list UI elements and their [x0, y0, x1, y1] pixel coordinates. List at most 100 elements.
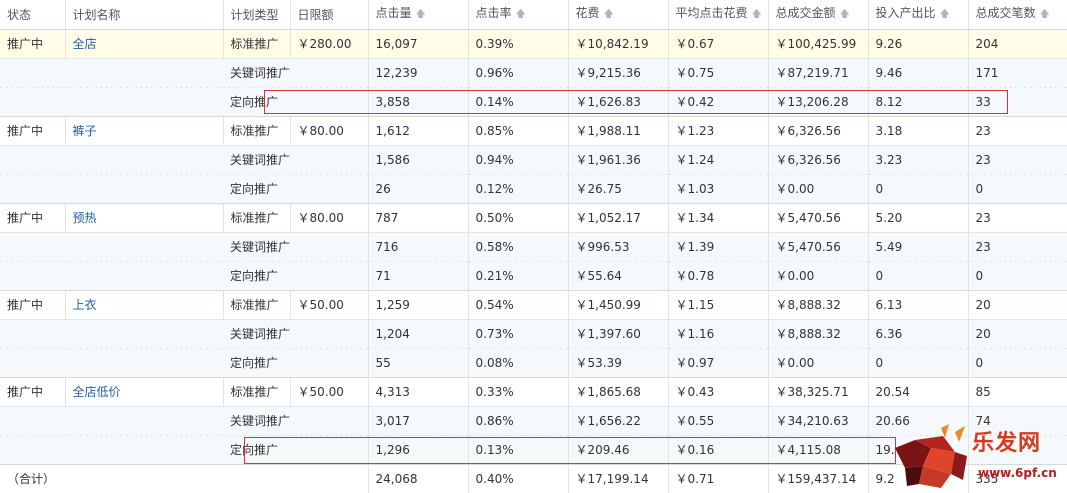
targeted-subrow: 定向推广 26 0.12% ￥26.75 ￥1.03 ￥0.00 0 0 — [0, 173, 1067, 203]
cost-cell: ￥1,626.83 — [567, 86, 668, 116]
roi-cell: 8.12 — [867, 86, 968, 116]
clicks-cell: 716 — [367, 231, 468, 261]
plan-name-link[interactable]: 上衣 — [73, 298, 97, 312]
cost-cell: ￥17,199.14 — [567, 463, 668, 493]
sub-type-cell: 关键词推广 — [223, 318, 368, 348]
plan-type-cell: 标准推广 — [222, 376, 290, 406]
blank-cell — [65, 260, 223, 290]
orders-cell: 0 — [967, 260, 1067, 290]
orders-cell: 0 — [967, 347, 1067, 377]
roi-cell: 9.26 — [867, 28, 968, 58]
header-cost[interactable]: 花费 🡅 — [567, 0, 668, 30]
cost-cell: ￥53.39 — [567, 347, 668, 377]
header-plan-type: 计划类型 — [222, 0, 290, 30]
campaign-table: 状态 计划名称 计划类型 日限额 点击量 🡅 点击率 🡅 花费 🡅 平均点击花费 🡅 总… — [0, 0, 1067, 493]
cost-cell: ￥209.46 — [567, 434, 668, 464]
clicks-cell: 1,612 — [367, 115, 468, 145]
gmv-cell: ￥0.00 — [767, 260, 868, 290]
sub-type-cell: 关键词推广 — [223, 405, 368, 435]
cost-cell: ￥1,865.68 — [567, 376, 668, 406]
gmv-cell: ￥0.00 — [767, 173, 868, 203]
gmv-cell: ￥100,425.99 — [767, 28, 868, 58]
sort-arrow-up-icon[interactable]: 🡅 — [604, 9, 614, 20]
blank-cell — [0, 57, 65, 87]
orders-cell: 23 — [967, 115, 1067, 145]
orders-cell: 85 — [967, 376, 1067, 406]
avg-cpc-cell: ￥1.24 — [667, 144, 768, 174]
sort-arrow-up-icon[interactable]: 🡅 — [840, 9, 850, 20]
header-total-orders[interactable]: 总成交笔数 🡅 — [967, 0, 1067, 30]
roi-cell: 5.49 — [867, 231, 968, 261]
avg-cpc-cell: ￥1.34 — [667, 202, 768, 232]
sub-type-cell: 定向推广 — [223, 173, 368, 203]
blank-cell — [65, 231, 223, 261]
roi-cell: 6.36 — [867, 318, 968, 348]
status-cell: 推广中 — [0, 289, 65, 319]
daily-limit-cell: ￥280.00 — [289, 28, 368, 58]
clicks-cell: 3,858 — [367, 86, 468, 116]
clicks-cell: 787 — [367, 202, 468, 232]
header-total-gmv[interactable]: 总成交金额 🡅 — [767, 0, 868, 30]
plan-name-link[interactable]: 全店 — [73, 37, 97, 51]
roi-cell: 0 — [867, 347, 968, 377]
status-cell: 推广中 — [0, 376, 65, 406]
gmv-cell: ￥0.00 — [767, 347, 868, 377]
roi-cell: 0 — [867, 260, 968, 290]
ctr-cell: 0.96% — [467, 57, 568, 87]
bull-logo-icon — [895, 424, 967, 488]
sort-arrow-up-icon[interactable]: 🡅 — [940, 9, 950, 20]
plan-name-cell: 全店低价 — [64, 376, 223, 406]
header-status: 状态 — [0, 0, 65, 30]
blank-cell — [0, 318, 65, 348]
cost-cell: ￥55.64 — [567, 260, 668, 290]
plan-type-cell: 标准推广 — [222, 115, 290, 145]
avg-cpc-cell: ￥0.67 — [667, 28, 768, 58]
sort-arrow-up-icon[interactable]: 🡅 — [752, 9, 762, 20]
avg-cpc-cell: ￥1.15 — [667, 289, 768, 319]
daily-limit-cell: ￥80.00 — [289, 115, 368, 145]
cost-cell: ￥1,450.99 — [567, 289, 668, 319]
clicks-cell: 1,204 — [367, 318, 468, 348]
targeted-subrow: 定向推广 71 0.21% ￥55.64 ￥0.78 ￥0.00 0 0 — [0, 260, 1067, 290]
avg-cpc-cell: ￥0.16 — [667, 434, 768, 464]
targeted-subrow: 定向推广 55 0.08% ￥53.39 ￥0.97 ￥0.00 0 0 — [0, 347, 1067, 377]
clicks-cell: 1,586 — [367, 144, 468, 174]
ctr-cell: 0.50% — [467, 202, 568, 232]
blank-cell — [65, 57, 223, 87]
blank-cell — [0, 405, 65, 435]
plan-name-link[interactable]: 预热 — [73, 211, 97, 225]
blank-cell — [0, 434, 65, 464]
sub-type-cell: 定向推广 — [223, 347, 368, 377]
sort-arrow-up-icon[interactable]: 🡅 — [1040, 9, 1050, 20]
daily-limit-cell: ￥80.00 — [289, 202, 368, 232]
roi-cell: 3.18 — [867, 115, 968, 145]
clicks-cell: 1,259 — [367, 289, 468, 319]
plan-name-link[interactable]: 全店低价 — [73, 385, 121, 399]
plan-row: 推广中 全店 标准推广 ￥280.00 16,097 0.39% ￥10,842.19 ￥0.… — [0, 28, 1067, 58]
sort-arrow-up-icon[interactable]: 🡅 — [416, 9, 426, 20]
plan-name-link[interactable]: 裤子 — [73, 124, 97, 138]
sort-arrow-up-icon[interactable]: 🡅 — [516, 9, 526, 20]
orders-cell: 171 — [967, 57, 1067, 87]
orders-cell: 33 — [967, 86, 1067, 116]
status-cell: 推广中 — [0, 115, 65, 145]
orders-cell: 23 — [967, 231, 1067, 261]
blank-cell — [0, 347, 65, 377]
gmv-cell: ￥4,115.08 — [767, 434, 868, 464]
cost-cell: ￥1,988.11 — [567, 115, 668, 145]
keyword-subrow: 关键词推广 1,204 0.73% ￥1,397.60 ￥1.16 ￥8,888.32 6.… — [0, 318, 1067, 348]
header-clicks[interactable]: 点击量 🡅 — [367, 0, 468, 30]
avg-cpc-cell: ￥0.71 — [667, 463, 768, 493]
header-avg-cpc[interactable]: 平均点击花费 🡅 — [667, 0, 768, 30]
header-roi[interactable]: 投入产出比 🡅 — [867, 0, 968, 30]
sub-type-cell: 定向推广 — [223, 86, 368, 116]
plan-name-cell: 全店 — [64, 28, 223, 58]
gmv-cell: ￥159,437.14 — [767, 463, 868, 493]
ctr-cell: 0.21% — [467, 260, 568, 290]
header-ctr[interactable]: 点击率 🡅 — [467, 0, 568, 30]
blank-cell — [65, 86, 223, 116]
ctr-cell: 0.14% — [467, 86, 568, 116]
roi-cell: 5.20 — [867, 202, 968, 232]
sub-type-cell: 定向推广 — [223, 260, 368, 290]
status-cell: 推广中 — [0, 202, 65, 232]
